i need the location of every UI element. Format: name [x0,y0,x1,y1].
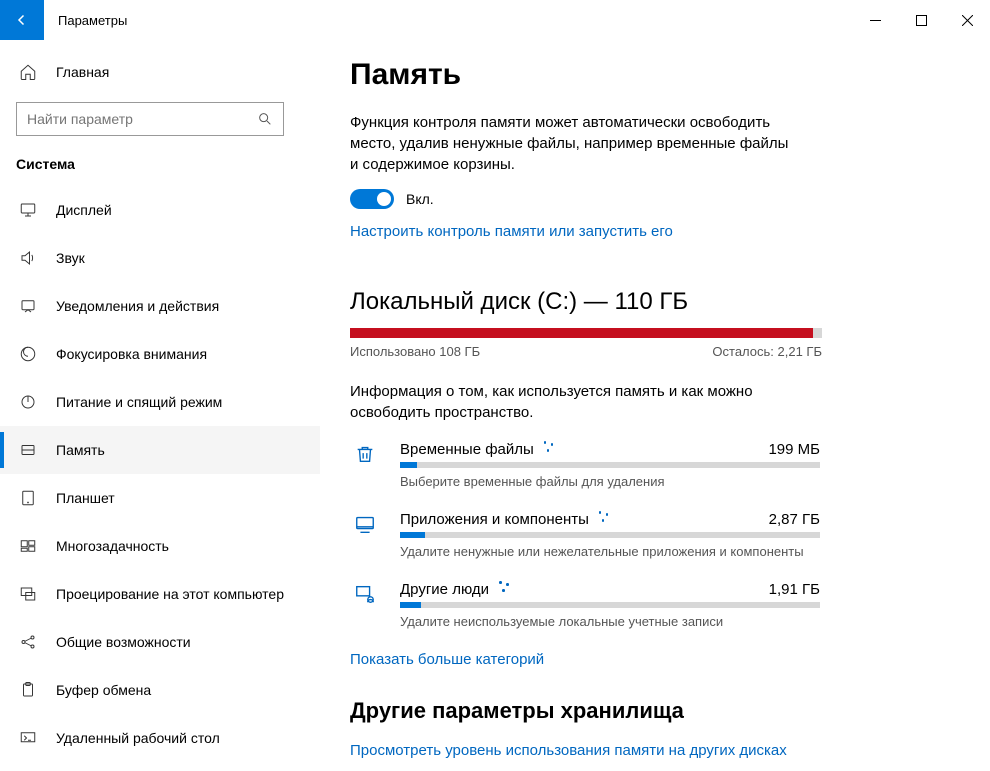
window-controls [852,0,990,40]
maximize-button[interactable] [898,0,944,40]
titlebar: Параметры [0,0,990,40]
nav-label: Дисплей [56,202,112,218]
storage-sense-toggle[interactable] [350,189,394,209]
clipboard-icon [18,681,38,699]
nav-item-clipboard[interactable]: Буфер обмена [0,666,320,714]
app-title: Параметры [44,0,127,40]
nav-label: Общие возможности [56,634,191,650]
view-other-disks-link[interactable]: Просмотреть уровень использования памяти… [350,742,787,759]
nav-label: Планшет [56,490,115,506]
multitask-icon [18,537,38,555]
category-hint: Выберите временные файлы для удаления [400,474,820,489]
nav-label: Память [56,442,105,458]
toggle-label: Вкл. [406,191,434,207]
category-bar [400,532,820,538]
other-storage-heading: Другие параметры хранилища [350,698,950,724]
category-size: 2,87 ГБ [769,511,820,528]
disk-usage-fill [350,328,813,338]
close-button[interactable] [944,0,990,40]
nav-label: Буфер обмена [56,682,151,698]
nav-item-shared[interactable]: Общие возможности [0,618,320,666]
disk-remaining-label: Осталось: 2,21 ГБ [712,344,822,359]
back-button[interactable] [0,0,44,40]
nav-item-remote[interactable]: Удаленный рабочий стол [0,714,320,762]
project-icon [18,585,38,603]
storage-category-row[interactable]: Временные файлы 199 МБ Выберите временные … [350,441,950,489]
focus-icon [18,345,38,363]
sidebar: Главная Система Дисплей Звук Уведомления и… [0,40,320,771]
minimize-button[interactable] [852,0,898,40]
disk-title: Локальный диск (C:) — 110 ГБ [350,288,950,316]
category-size: 199 МБ [768,441,820,458]
category-name: Временные файлы [400,441,534,458]
storage-icon [18,441,38,459]
power-icon [18,393,38,411]
nav-label: Питание и спящий режим [56,394,222,410]
nav-label: Фокусировка внимания [56,346,207,362]
page-title: Память [350,58,950,92]
loading-spinner-icon [542,441,556,458]
configure-storage-sense-link[interactable]: Настроить контроль памяти или запустить … [350,223,673,240]
nav-item-tablet[interactable]: Планшет [0,474,320,522]
nav-item-multitask[interactable]: Многозадачность [0,522,320,570]
remote-icon [18,729,38,747]
category-bar [400,462,820,468]
loading-spinner-icon [497,581,511,598]
nav-item-storage[interactable]: Память [0,426,320,474]
section-title: Система [0,146,320,186]
category-icon [350,441,380,489]
nav-label: Уведомления и действия [56,298,219,314]
category-icon [350,581,380,629]
display-icon [18,201,38,219]
sound-icon [18,249,38,267]
nav-label: Удаленный рабочий стол [56,730,220,746]
home-label: Главная [56,64,109,80]
storage-sense-description: Функция контроля памяти может автоматиче… [350,112,800,175]
nav-item-power[interactable]: Питание и спящий режим [0,378,320,426]
home-icon [18,63,38,81]
nav-label: Многозадачность [56,538,169,554]
nav-item-sound[interactable]: Звук [0,234,320,282]
search-box[interactable] [16,102,284,136]
show-more-categories-link[interactable]: Показать больше категорий [350,651,544,668]
nav-item-display[interactable]: Дисплей [0,186,320,234]
nav-item-notifications[interactable]: Уведомления и действия [0,282,320,330]
tablet-icon [18,489,38,507]
nav-label: Звук [56,250,85,266]
category-name: Приложения и компоненты [400,511,589,528]
nav-item-project[interactable]: Проецирование на этот компьютер [0,570,320,618]
nav-item-focus[interactable]: Фокусировка внимания [0,330,320,378]
category-hint: Удалите ненужные или нежелательные прило… [400,544,820,559]
loading-spinner-icon [597,511,611,528]
search-icon [257,111,273,127]
storage-category-row[interactable]: Приложения и компоненты 2,87 ГБ Удалите не… [350,511,950,559]
category-size: 1,91 ГБ [769,581,820,598]
arrow-left-icon [13,11,31,29]
category-name: Другие люди [400,581,489,598]
category-hint: Удалите неиспользуемые локальные учетные… [400,614,820,629]
storage-category-row[interactable]: Другие люди 1,91 ГБ Удалите неиспользуемые… [350,581,950,629]
disk-usage-bar [350,328,822,338]
disk-description: Информация о том, как используется памят… [350,381,810,423]
category-icon [350,511,380,559]
main-content: Память Функция контроля памяти может авт… [320,40,990,771]
shared-icon [18,633,38,651]
category-bar [400,602,820,608]
disk-used-label: Использовано 108 ГБ [350,344,480,359]
notifications-icon [18,297,38,315]
nav-label: Проецирование на этот компьютер [56,586,284,602]
home-nav[interactable]: Главная [0,50,320,94]
search-input[interactable] [27,111,257,127]
